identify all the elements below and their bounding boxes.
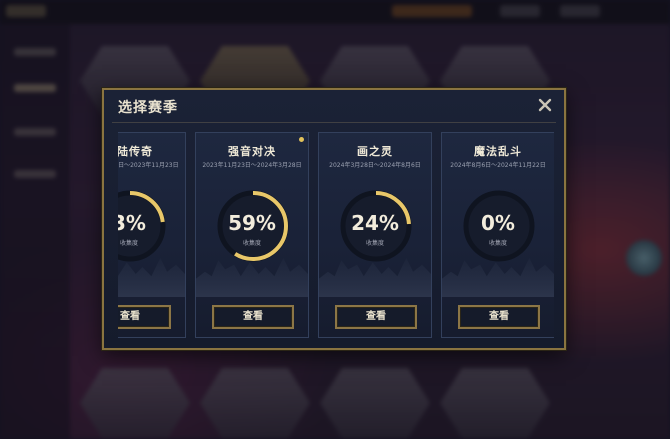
dialog-title: 选择赛季 <box>118 100 178 116</box>
collection-label: 收集度 <box>242 240 261 247</box>
collection-percent: 59% <box>228 211 276 235</box>
season-name: 画之灵 <box>357 145 393 158</box>
season-card[interactable]: 画之灵 2024年3月28日～2024年8月6日 24% 收集度 查看 <box>318 132 432 338</box>
collection-percent: 0% <box>481 211 515 235</box>
collection-percent: 3% <box>118 211 146 235</box>
collection-percent: 24% <box>351 211 399 235</box>
close-button[interactable] <box>536 96 554 114</box>
season-name: 大陆传奇 <box>118 145 153 158</box>
season-select-dialog: 选择赛季 大陆传奇 2023年8月23日～2023年11月23日 3% 收集度 … <box>102 88 566 350</box>
collection-label: 收集度 <box>365 240 384 247</box>
new-badge-dot <box>299 137 304 142</box>
collection-label: 收集度 <box>488 240 507 247</box>
season-dates: 2023年11月23日～2024年3月28日 <box>202 162 302 169</box>
season-name: 魔法乱斗 <box>474 145 522 158</box>
view-button[interactable]: 查看 <box>212 305 294 329</box>
view-button[interactable]: 查看 <box>335 305 417 329</box>
title-divider <box>112 122 556 123</box>
season-dates: 2024年3月28日～2024年8月6日 <box>329 162 421 169</box>
collection-label: 收集度 <box>119 240 138 247</box>
season-dates: 2023年8月23日～2023年11月23日 <box>118 162 179 169</box>
season-name: 强音对决 <box>228 145 276 158</box>
season-card[interactable]: 魔法乱斗 2024年8月6日～2024年11月22日 0% 收集度 查看 <box>441 132 554 338</box>
season-card[interactable]: 大陆传奇 2023年8月23日～2023年11月23日 3% 收集度 查看 <box>118 132 186 338</box>
season-carousel[interactable]: 大陆传奇 2023年8月23日～2023年11月23日 3% 收集度 查看 强音… <box>118 132 554 340</box>
season-dates: 2024年8月6日～2024年11月22日 <box>450 162 546 169</box>
season-card[interactable]: 强音对决 2023年11月23日～2024年3月28日 59% 收集度 查看 <box>195 132 309 338</box>
view-button[interactable]: 查看 <box>118 305 171 329</box>
close-icon <box>538 98 552 112</box>
view-button[interactable]: 查看 <box>458 305 540 329</box>
